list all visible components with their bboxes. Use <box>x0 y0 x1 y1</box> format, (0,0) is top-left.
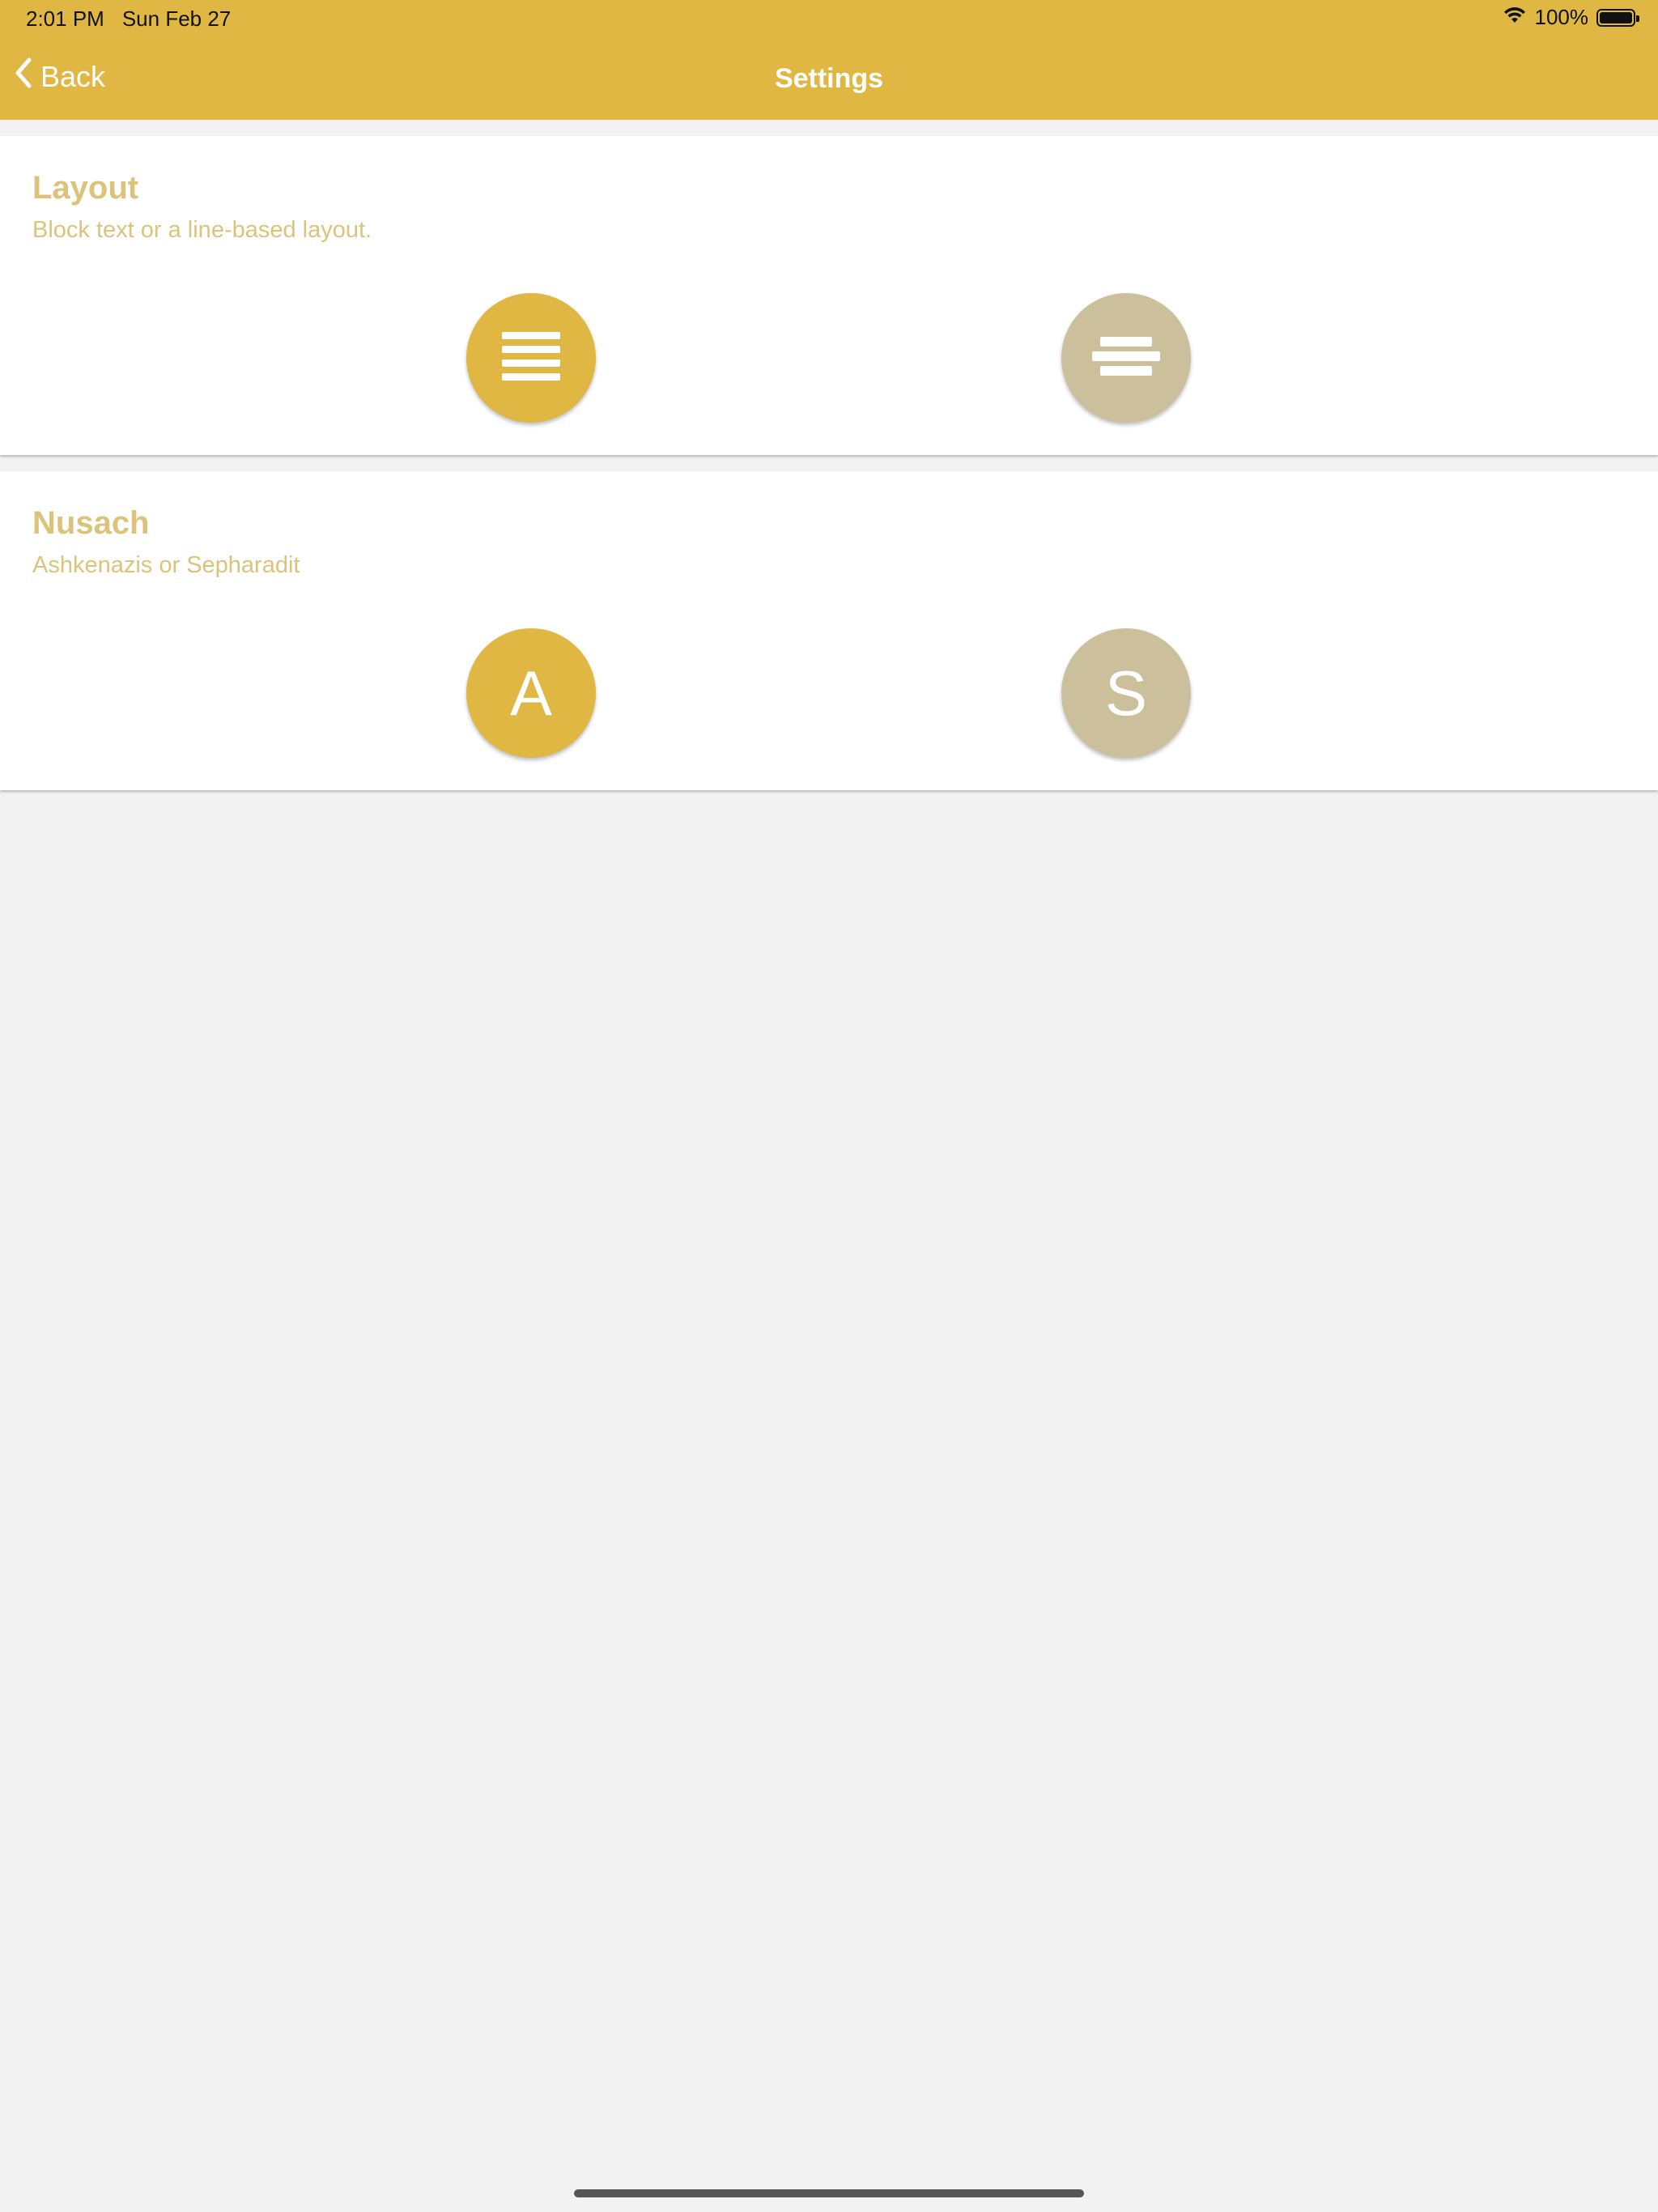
layout-section: Layout Block text or a line-based layout… <box>0 136 1658 455</box>
battery-full-icon <box>1596 8 1639 27</box>
nusach-ashkenaz-letter: A <box>509 657 553 729</box>
nusach-subtitle: Ashkenazis or Sepharadit <box>32 552 300 578</box>
layout-block-button[interactable] <box>466 293 596 423</box>
status-bar-left: 2:01 PM Sun Feb 27 <box>26 6 231 32</box>
battery-percent: 100% <box>1534 5 1589 29</box>
center-text-icon <box>1092 327 1160 389</box>
nusach-sephard-button[interactable]: S <box>1061 628 1191 758</box>
status-date: Sun Feb 27 <box>121 6 232 31</box>
nusach-section: Nusach Ashkenazis or Sepharadit A S <box>0 471 1658 790</box>
nusach-title: Nusach <box>32 505 150 541</box>
layout-title: Layout <box>32 170 139 206</box>
page-title: Settings <box>774 63 884 94</box>
status-time: 2:01 PM <box>26 6 104 31</box>
status-bar-right: 100% <box>1503 5 1639 30</box>
nusach-ashkenaz-button[interactable]: A <box>466 628 596 758</box>
wifi-icon <box>1503 5 1527 30</box>
layout-subtitle: Block text or a line-based layout. <box>32 217 372 243</box>
home-indicator[interactable] <box>574 2189 1084 2197</box>
layout-lines-button[interactable] <box>1061 293 1191 423</box>
top-bar: 2:01 PM Sun Feb 27 100% Back Settings <box>0 0 1658 120</box>
nusach-sephard-letter: S <box>1104 657 1148 729</box>
justify-text-icon <box>502 327 560 389</box>
